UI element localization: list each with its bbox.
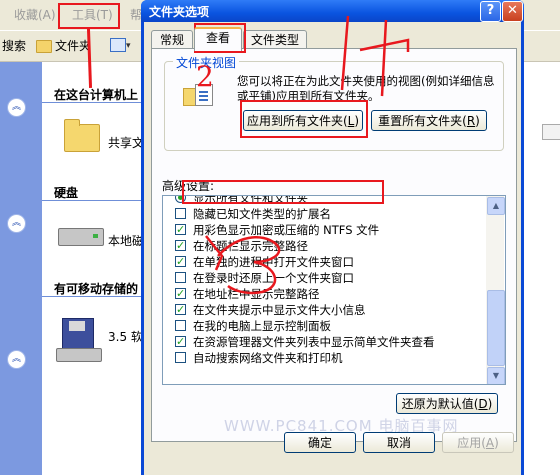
section-hard-disk: 硬盘 xyxy=(54,186,79,200)
advanced-settings-list[interactable]: 显示所有文件和文件夹 隐藏已知文件类型的扩展名 用彩色显示加密或压缩的 NTFS… xyxy=(162,195,506,385)
title-bar: 文件夹选项 ? ✕ xyxy=(141,0,524,22)
scroll-up-icon[interactable]: ▲ xyxy=(487,197,505,215)
checkbox[interactable] xyxy=(175,334,186,350)
shared-folder-icon[interactable] xyxy=(64,119,100,152)
section-divider xyxy=(42,296,152,297)
views-icon xyxy=(110,37,126,52)
annotation-box-apply-all xyxy=(240,100,368,138)
views-button[interactable]: ▾ xyxy=(110,37,131,52)
list-item[interactable]: 自动搜索网络文件夹和打印机 xyxy=(163,350,485,366)
column-header xyxy=(542,124,560,140)
checkbox[interactable] xyxy=(175,302,186,318)
folders-button-label: 文件夹 xyxy=(55,39,92,53)
tab-file-types[interactable]: 文件类型 xyxy=(243,30,307,49)
list-item[interactable]: 在我的电脑上显示控制面板 xyxy=(163,318,485,334)
search-button[interactable]: 搜索 xyxy=(2,37,26,54)
collapse-icon[interactable]: ︽ xyxy=(7,98,26,117)
checkbox[interactable] xyxy=(175,272,186,283)
cancel-button[interactable]: 取消 xyxy=(363,432,435,453)
annotation-step-2: 2 xyxy=(196,60,214,93)
section-divider xyxy=(42,102,152,103)
checkbox[interactable] xyxy=(175,208,186,219)
apply-button[interactable]: 应用(A) xyxy=(442,432,514,453)
folders-button[interactable]: 文件夹 xyxy=(36,37,91,54)
reset-all-folders-button[interactable]: 重置所有文件夹(R) xyxy=(371,110,487,131)
vertical-scrollbar[interactable]: ▲ ▼ xyxy=(486,196,505,384)
section-divider xyxy=(42,200,152,201)
dialog-title: 文件夹选项 xyxy=(149,5,210,19)
floppy-label[interactable]: 3.5 软 xyxy=(108,328,143,345)
tab-view[interactable]: 查看 xyxy=(194,27,242,51)
checkbox[interactable] xyxy=(175,238,186,254)
menu-favorites[interactable]: 收藏(A) xyxy=(14,6,56,23)
local-disk-label[interactable]: 本地磁 xyxy=(108,232,144,249)
checkbox[interactable] xyxy=(175,320,186,331)
section-removable: 有可移动存储的 xyxy=(54,282,139,296)
annotation-box-hide-extensions xyxy=(182,180,384,204)
chevron-down-icon: ▾ xyxy=(126,41,131,51)
task-pane: ︽ ︽ ︽ xyxy=(0,62,42,475)
collapse-icon[interactable]: ︽ xyxy=(7,350,26,369)
annotation-box-tools xyxy=(58,3,120,29)
checkbox[interactable] xyxy=(175,352,186,363)
restore-defaults-button[interactable]: 还原为默认值(D) xyxy=(396,393,498,414)
hard-drive-icon[interactable] xyxy=(58,228,104,246)
scroll-down-icon[interactable]: ▼ xyxy=(487,367,505,384)
right-edge xyxy=(524,62,560,475)
folder-icon xyxy=(36,40,52,53)
floppy-drive-base xyxy=(56,348,102,362)
list-item[interactable]: 在标题栏显示完整路径 xyxy=(163,238,485,254)
list-item[interactable]: 在单独的进程中打开文件夹窗口 xyxy=(163,254,485,270)
close-button[interactable]: ✕ xyxy=(502,1,523,22)
file-list: 在这台计算机上 共享文 硬盘 本地磁 有可移动存储的 3.5 软 xyxy=(42,62,152,475)
list-item[interactable]: 在资源管理器文件夹列表中显示简单文件夹查看 xyxy=(163,334,485,350)
checkbox[interactable] xyxy=(175,286,186,302)
ok-button[interactable]: 确定 xyxy=(284,432,356,453)
collapse-icon[interactable]: ︽ xyxy=(7,214,26,233)
shared-folder-label[interactable]: 共享文 xyxy=(108,134,144,151)
checkbox[interactable] xyxy=(175,254,186,270)
list-item[interactable]: 用彩色显示加密或压缩的 NTFS 文件 xyxy=(163,222,485,238)
list-item[interactable]: 在地址栏中显示完整路径 xyxy=(163,286,485,302)
section-this-computer: 在这台计算机上 xyxy=(54,88,139,102)
help-button[interactable]: ? xyxy=(480,1,501,22)
tab-general[interactable]: 常规 xyxy=(151,30,193,49)
scroll-thumb[interactable] xyxy=(487,290,505,366)
list-item[interactable]: 在登录时还原上一个文件夹窗口 xyxy=(163,270,485,286)
checkbox[interactable] xyxy=(175,222,186,238)
list-item[interactable]: 在文件夹提示中显示文件大小信息 xyxy=(163,302,485,318)
list-item[interactable]: 隐藏已知文件类型的扩展名 xyxy=(163,206,485,222)
